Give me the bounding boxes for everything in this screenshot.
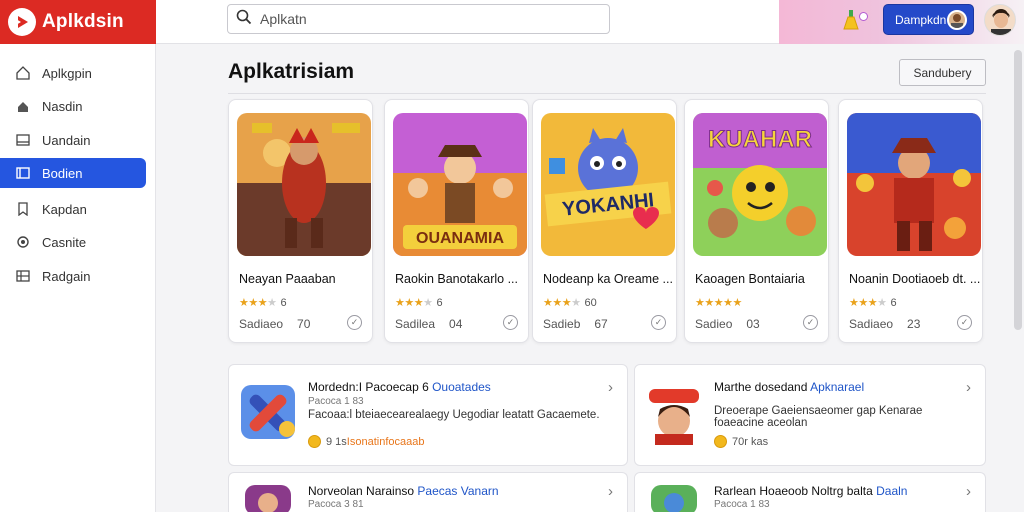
info-icon[interactable]: ✓ (347, 315, 362, 330)
list-item[interactable]: Marthe dosedand Apknarael Dreoerape Gaei… (634, 364, 986, 466)
list-item-title: Marthe dosedand Apknarael (714, 380, 865, 394)
coin-icon (714, 435, 727, 448)
page-title: Aplkatrisiam (228, 60, 355, 83)
app-card[interactable]: YOKANHI Nodeanp ka Oreame ... ★★★★ 60 Sad… (532, 99, 677, 343)
app-card-title: Raokin Banotakarlo ... (395, 272, 518, 286)
svg-text:KUAHAR: KUAHAR (708, 126, 812, 153)
person-icon (16, 99, 30, 113)
search-input[interactable] (260, 11, 580, 27)
app-card-artwork: KUAHAR (693, 113, 827, 256)
folder-icon (16, 133, 30, 147)
app-card[interactable]: Noanin Dootiaoeb dt. ... ★★★★ 6 Sadiaeo 23… (838, 99, 983, 343)
info-icon[interactable]: ✓ (957, 315, 972, 330)
app-card[interactable]: Neayan Paaaban ★★★★ 6 Sadiaeo 70 ✓ (228, 99, 373, 343)
info-icon[interactable]: ✓ (651, 315, 666, 330)
chevron-right-icon[interactable]: › (608, 483, 613, 500)
list-item-subtitle: Pacoca 1 83 (714, 499, 770, 510)
sidebar-item-label: Uandain (42, 132, 91, 148)
avatar[interactable] (984, 4, 1016, 36)
app-card-meta: Sadiaeo 70 (239, 317, 311, 331)
user-mini-avatar (947, 10, 967, 30)
list-item-footer: 70r kas (714, 435, 768, 448)
home-icon (16, 66, 30, 80)
app-card-title: Noanin Dootiaoeb dt. ... (849, 272, 981, 286)
sidebar-item-bookmark[interactable]: Kapdan (0, 194, 146, 224)
app-card[interactable]: KUAHAR Kaoagen Bontaiaria ★★★★★ Sadieo 03… (684, 99, 829, 343)
sidebar-item-label: Radgain (42, 268, 91, 284)
user-menu-button[interactable]: Dampkdn (883, 4, 974, 35)
sidebar-item-label: Casnite (42, 234, 87, 250)
brand-name: Aplkdsin (42, 11, 124, 32)
flask-icon[interactable] (842, 9, 860, 31)
monitor-icon (16, 166, 30, 180)
sidebar-item-label: Kapdan (42, 201, 87, 217)
brand[interactable]: Aplkdsin (0, 0, 156, 44)
list-item-icon (643, 485, 705, 512)
list-item[interactable]: Norveolan Narainso Paecas Vanarn Pacoca … (228, 472, 628, 512)
info-icon[interactable]: ✓ (503, 315, 518, 330)
app-card[interactable]: OUANAMIA Raokin Banotakarlo ... ★★★★ 6 Sa… (384, 99, 529, 343)
chevron-right-icon[interactable]: › (966, 379, 971, 396)
list-item-footer: 9 1s Isonatinfocaaab (308, 435, 424, 448)
coin-icon (308, 435, 321, 448)
list-item[interactable]: Rarlean Hoaeoob Noltrg balta Daaln Pacoc… (634, 472, 986, 512)
list-item-description: Facoaa:l bteiaecearealaegy Uegodiar leat… (308, 409, 600, 421)
search-icon (236, 9, 252, 30)
list-item-title: Norveolan Narainso Paecas Vanarn (308, 484, 499, 498)
app-card-rating: ★★★★ 60 (543, 297, 597, 309)
app-card-rating: ★★★★ 6 (849, 297, 897, 309)
sidebar-item-monitor[interactable]: Bodien (0, 158, 146, 188)
chevron-right-icon[interactable]: › (966, 483, 971, 500)
sidebar-item-label: Bodien (42, 165, 83, 181)
list-item[interactable]: Mordedn:I Pacoecap 6 Ouoatades Pacoca 1 … (228, 364, 628, 466)
brand-logo-icon (8, 8, 36, 36)
list-item-title: Rarlean Hoaeoob Noltrg balta Daaln (714, 484, 908, 498)
sidebar-item-folder[interactable]: Uandain (0, 125, 146, 155)
top-bar: Aplkdsin Dampkdn (0, 0, 1024, 44)
app-card-meta: Sadilea 04 (395, 317, 463, 331)
info-icon[interactable]: ✓ (803, 315, 818, 330)
app-card-rating: ★★★★ 6 (395, 297, 443, 309)
sidebar-item-settings[interactable]: Casnite (0, 227, 146, 257)
app-card-meta: Sadieo 03 (695, 317, 760, 331)
app-card-artwork (847, 113, 981, 256)
search-box[interactable] (227, 4, 610, 34)
sort-button[interactable]: Sandubery (899, 59, 986, 86)
list-item-description: Dreoerape Gaeiensaeomer gap Kenarae foae… (714, 405, 923, 429)
sidebar-item-person[interactable]: Nasdin (0, 91, 146, 121)
sidebar-item-grid[interactable]: Radgain (0, 261, 146, 291)
grid-icon (16, 269, 30, 283)
list-item-icon (643, 379, 705, 445)
notification-dot-icon[interactable] (859, 12, 868, 21)
chevron-right-icon[interactable]: › (608, 379, 613, 396)
app-card-title: Kaoagen Bontaiaria (695, 272, 805, 286)
svg-text:OUANAMIA: OUANAMIA (416, 230, 504, 247)
sidebar: Aplkgpin Nasdin Uandain Bodien Kapdan Ca… (0, 44, 156, 512)
app-card-rating: ★★★★ 6 (239, 297, 287, 309)
settings-icon (16, 235, 30, 249)
app-card-artwork: OUANAMIA (393, 113, 527, 256)
user-menu-label: Dampkdn (895, 12, 947, 27)
list-item-subtitle: Pacoca 3 81 (308, 499, 364, 510)
bookmark-icon (16, 202, 30, 216)
list-item-title: Mordedn:I Pacoecap 6 Ouoatades (308, 380, 491, 394)
sidebar-item-label: Aplkgpin (42, 65, 92, 81)
app-card-meta: Sadiaeo 23 (849, 317, 921, 331)
app-card-title: Nodeanp ka Oreame ... (543, 272, 673, 286)
list-item-icon (237, 485, 299, 512)
app-card-artwork (237, 113, 371, 256)
divider (228, 93, 986, 94)
list-item-icon (237, 379, 299, 445)
scrollbar[interactable] (1014, 50, 1022, 330)
app-card-meta: Sadieb 67 (543, 317, 608, 331)
sidebar-item-home[interactable]: Aplkgpin (0, 58, 146, 88)
app-card-artwork: YOKANHI (541, 113, 675, 256)
app-card-rating: ★★★★★ (695, 297, 742, 309)
app-card-title: Neayan Paaaban (239, 272, 336, 286)
sidebar-item-label: Nasdin (42, 98, 83, 114)
list-item-subtitle: Pacoca 1 83 (308, 396, 364, 407)
